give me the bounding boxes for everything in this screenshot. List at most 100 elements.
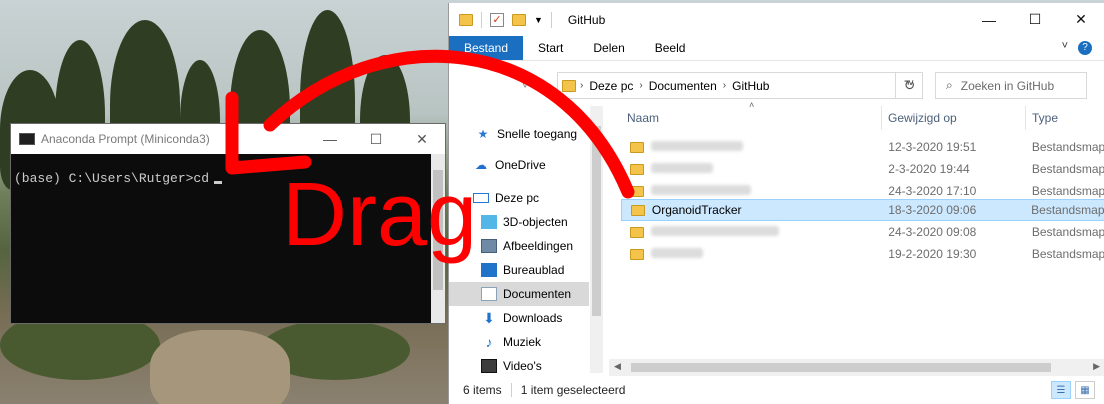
maximize-button[interactable]: ☐ [1012, 3, 1058, 36]
file-name-blurred [650, 140, 888, 154]
terminal-icon [19, 133, 35, 145]
nav-label: Bureaublad [503, 263, 565, 277]
nav-label: Afbeeldingen [503, 239, 574, 253]
new-folder-icon[interactable] [512, 13, 526, 26]
file-row[interactable]: 19-2-2020 19:30 Bestandsmap [621, 243, 1104, 265]
nav-label: Video's [503, 359, 542, 373]
folder-icon [630, 185, 644, 197]
nav-label: 3D-objecten [503, 215, 568, 229]
breadcrumb-documenten[interactable]: Documenten [649, 79, 717, 93]
breadcrumb-github[interactable]: GitHub [732, 79, 769, 93]
explorer-window[interactable]: ✓ ▼ GitHub — ☐ ✕ Bestand Start Delen Bee… [448, 3, 1104, 404]
chevron-right-icon[interactable]: › [580, 80, 583, 91]
address-field[interactable]: › Deze pc › Documenten › GitHub ˅ [557, 72, 923, 99]
file-row[interactable]: 2-3-2020 19:44 Bestandsmap [621, 158, 1104, 180]
console-titlebar[interactable]: Anaconda Prompt (Miniconda3) — ☐ ✕ [11, 124, 445, 154]
tab-start[interactable]: Start [523, 36, 578, 60]
nav-item-bureaublad[interactable]: Bureaublad [481, 258, 589, 282]
status-bar: 6 items 1 item geselecteerd ☰ ▦ [449, 376, 1104, 404]
minimize-button[interactable]: — [966, 3, 1012, 36]
maximize-button[interactable]: ☐ [353, 124, 399, 154]
file-name-blurred [650, 225, 888, 239]
folder-icon [630, 248, 644, 260]
address-bar: ˅ ↑ › Deze pc › Documenten › GitHub ˅ ↻ … [449, 61, 1104, 106]
file-row[interactable]: 24-3-2020 09:08 Bestandsmap [621, 221, 1104, 243]
column-divider[interactable] [881, 106, 882, 130]
minimize-button[interactable]: — [307, 124, 353, 154]
recent-locations-icon[interactable]: ˅ [521, 76, 529, 92]
nav-item-videos[interactable]: Video's [481, 354, 589, 378]
nav-item-3d-objecten[interactable]: 3D-objecten [481, 210, 589, 234]
file-name-blurred [650, 247, 888, 261]
close-button[interactable]: ✕ [1058, 3, 1104, 36]
document-icon [481, 287, 497, 301]
search-input[interactable]: ⌕ Zoeken in GitHub [935, 72, 1087, 99]
sort-ascending-icon: ˄ [749, 100, 755, 110]
nav-scrollbar[interactable] [590, 106, 603, 373]
tab-beeld[interactable]: Beeld [640, 36, 701, 60]
file-row[interactable]: 12-3-2020 19:51 Bestandsmap [621, 136, 1104, 158]
nav-item-snelle-toegang[interactable]: ★ Snelle toegang [475, 122, 589, 146]
column-divider[interactable] [1025, 106, 1026, 130]
file-type: Bestandsmap [1031, 203, 1104, 217]
refresh-button[interactable]: ↻ [895, 72, 923, 99]
pictures-icon [481, 239, 497, 253]
separator [550, 11, 552, 28]
quick-access-dropdown-icon[interactable]: ▼ [534, 15, 543, 25]
large-icons-view-icon[interactable]: ▦ [1075, 381, 1095, 399]
search-placeholder: Zoeken in GitHub [960, 78, 1055, 93]
console-title: Anaconda Prompt (Miniconda3) [41, 132, 210, 146]
file-type: Bestandsmap [1031, 140, 1104, 154]
file-name-blurred [650, 184, 888, 198]
horizontal-scrollbar[interactable]: ◀ ▶ [609, 359, 1104, 376]
explorer-titlebar[interactable]: ✓ ▼ GitHub — ☐ ✕ [449, 3, 1104, 36]
scroll-right-icon[interactable]: ▶ [1093, 361, 1100, 372]
chevron-right-icon[interactable]: › [639, 80, 642, 91]
help-icon[interactable]: ? [1078, 41, 1092, 55]
video-icon [481, 359, 497, 373]
file-type: Bestandsmap [1031, 162, 1104, 176]
tab-delen[interactable]: Delen [578, 36, 639, 60]
nav-label: OneDrive [495, 158, 546, 172]
chevron-right-icon[interactable]: › [723, 80, 726, 91]
nav-item-deze-pc[interactable]: Deze pc [473, 186, 589, 210]
file-type: Bestandsmap [1031, 225, 1104, 239]
folder-icon [631, 204, 645, 216]
nav-item-muziek[interactable]: ♪ Muziek [481, 330, 589, 354]
breadcrumb-deze-pc[interactable]: Deze pc [589, 79, 633, 93]
column-header-name[interactable]: Naam [627, 106, 659, 130]
nav-label: Downloads [503, 311, 563, 325]
properties-icon[interactable]: ✓ [490, 12, 504, 27]
nav-label: Muziek [503, 335, 542, 349]
expand-ribbon-icon[interactable]: ˅ [1062, 40, 1068, 52]
close-button[interactable]: ✕ [399, 124, 445, 154]
folder-icon [459, 13, 473, 26]
nav-item-afbeeldingen[interactable]: Afbeeldingen [481, 234, 589, 258]
nav-item-documenten[interactable]: Documenten [449, 282, 589, 306]
file-modified: 12-3-2020 19:51 [888, 140, 977, 154]
up-arrow-icon[interactable]: ↑ [537, 76, 544, 92]
file-modified: 24-3-2020 09:08 [888, 225, 977, 239]
music-icon: ♪ [485, 334, 493, 350]
file-row-selected[interactable]: OrganoidTracker 18-3-2020 09:06 Bestands… [621, 199, 1104, 221]
nav-label: Deze pc [495, 191, 540, 205]
file-modified: 19-2-2020 19:30 [888, 247, 977, 261]
column-header-type[interactable]: Type [1032, 106, 1058, 130]
folder-icon [630, 163, 644, 175]
details-view-icon[interactable]: ☰ [1051, 381, 1071, 399]
selection-count: 1 item geselecteerd [520, 383, 626, 397]
search-icon: ⌕ [946, 78, 953, 92]
tab-bestand[interactable]: Bestand [449, 36, 524, 60]
download-icon: ⬇ [483, 309, 495, 326]
file-list: ˄ Naam Gewijzigd op Type 12-3-2020 19:51… [609, 100, 1104, 376]
scrollbar-thumb[interactable] [592, 126, 601, 316]
scroll-left-icon[interactable]: ◀ [614, 361, 621, 372]
nav-item-onedrive[interactable]: ☁ OneDrive [473, 153, 589, 177]
column-header-modified[interactable]: Gewijzigd op [888, 106, 957, 130]
scrollbar-thumb[interactable] [631, 363, 1051, 372]
star-icon: ★ [477, 127, 489, 141]
file-name: OrganoidTracker [651, 203, 742, 217]
nav-item-downloads[interactable]: ⬇ Downloads [481, 306, 589, 330]
cube-icon [481, 215, 497, 229]
prompt-line: (base) C:\Users\Rutger>cd [14, 171, 210, 186]
